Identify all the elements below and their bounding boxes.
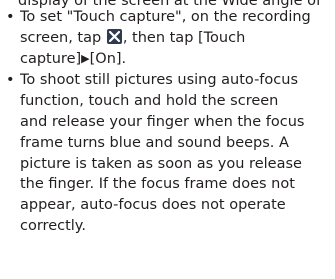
bullet-dot: • (6, 72, 15, 89)
text-fragment: capture] (20, 50, 82, 67)
text-line: screen, tap , then tap [Touch (20, 28, 335, 49)
bullet-auto-focus: • To shoot still pictures using auto-foc… (6, 70, 335, 236)
text-line: frame turns blue and sound beeps. A (20, 134, 289, 151)
text-line: function, touch and hold the screen (20, 93, 279, 110)
bullet-list: • To set "Touch capture", on the recordi… (6, 7, 335, 238)
text-fragment: [On]. (89, 50, 127, 67)
text-line: picture is taken as soon as you release (20, 155, 302, 172)
bullet-dot: • (6, 9, 15, 25)
text-line: the finger. If the focus frame does not (20, 176, 295, 193)
text-line: and release your finger when the focus (20, 113, 305, 130)
text-line: To set "Touch capture", on the recording (20, 9, 311, 25)
bullet-touch-capture: • To set "Touch capture", on the recordi… (6, 7, 335, 69)
text-line: correctly. (20, 217, 86, 234)
arrow-right-icon: ▶ (81, 51, 90, 65)
text-fragment: , then tap [Touch (122, 29, 246, 46)
manual-page: display of the screen at the Wide angle … (0, 0, 335, 279)
text-line: appear, auto-focus does not operate (20, 197, 286, 214)
text-line: capture]▶[On]. (20, 49, 335, 70)
touch-capture-settings-icon (106, 28, 122, 44)
text-line: To shoot still pictures using auto-focus (20, 72, 298, 89)
text-fragment: screen, tap (20, 29, 102, 46)
